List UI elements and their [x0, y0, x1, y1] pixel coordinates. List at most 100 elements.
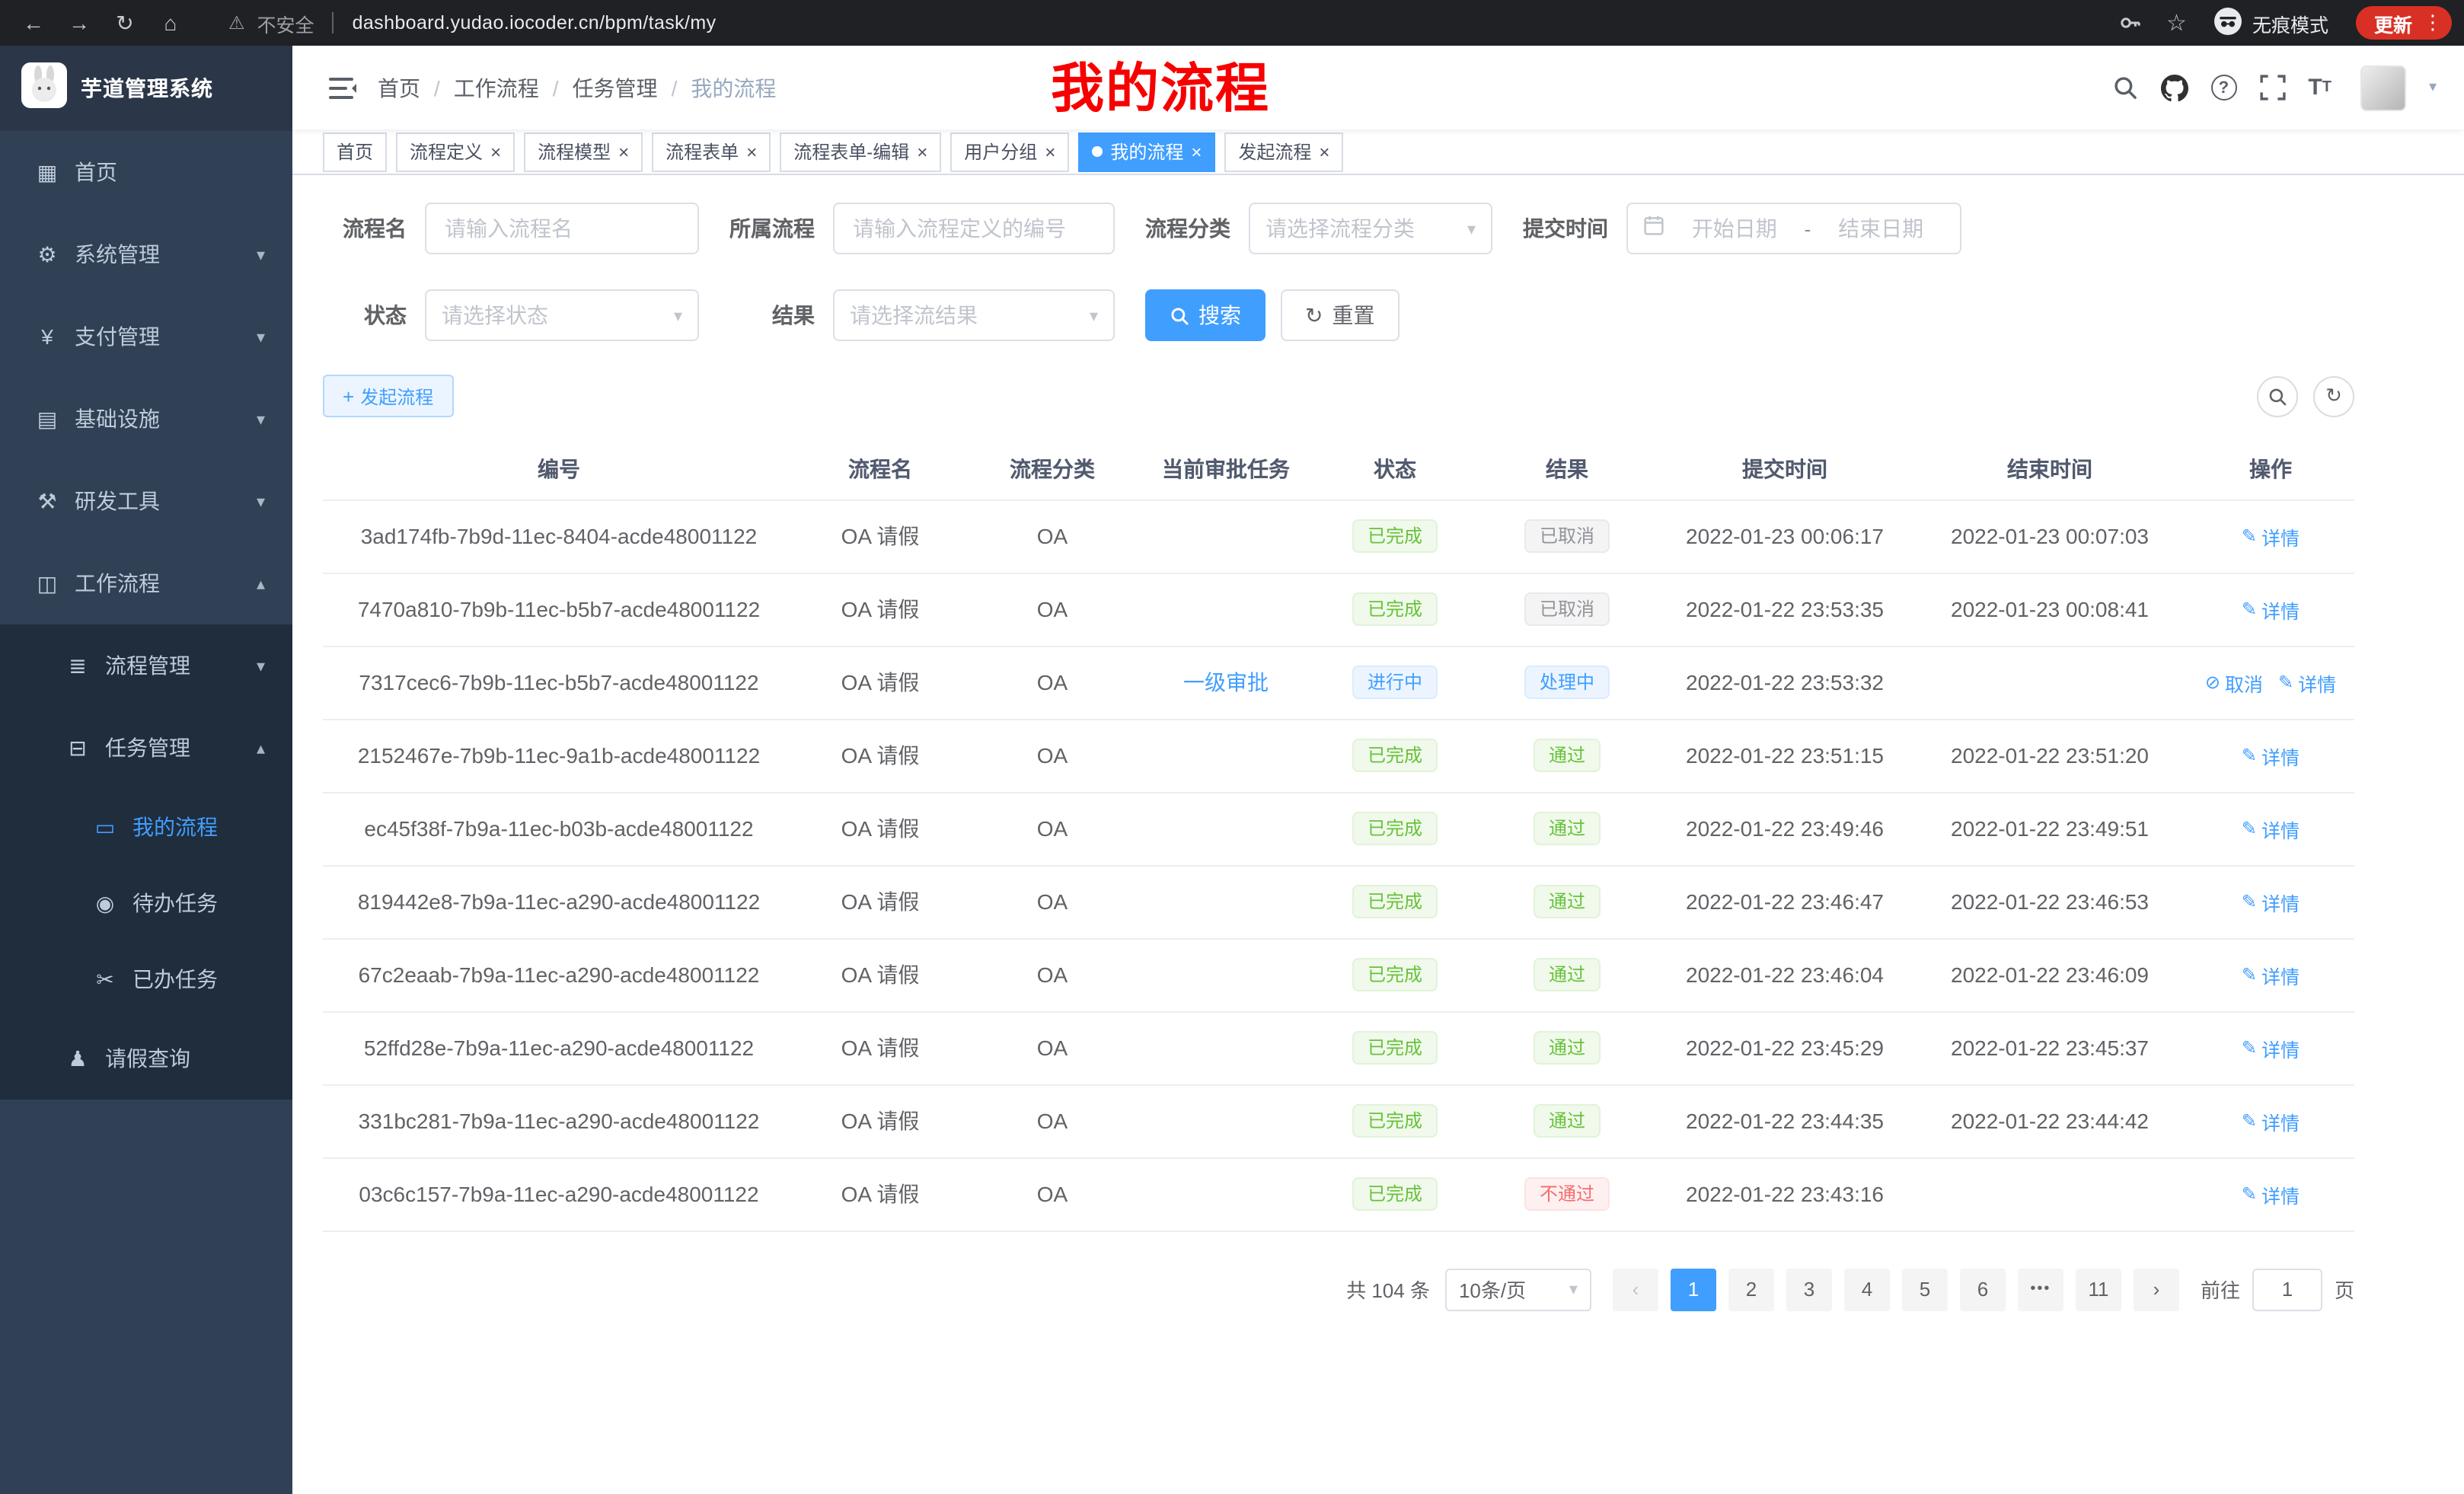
breadcrumb-separator: / — [672, 75, 678, 100]
reset-button[interactable]: ↻ 重置 — [1281, 289, 1399, 341]
key-icon[interactable] — [2108, 2, 2151, 44]
close-tab-icon[interactable]: × — [1045, 142, 1055, 161]
tab-process-form[interactable]: 流程表单× — [652, 132, 771, 171]
prev-page-button[interactable]: ‹ — [1613, 1268, 1658, 1310]
toggle-search-button[interactable] — [2257, 375, 2298, 417]
tab-my-process[interactable]: 我的流程× — [1078, 132, 1215, 171]
cell-result: 通过 — [1477, 1011, 1657, 1084]
detail-action-link[interactable]: ✎详情 — [2242, 595, 2300, 624]
page-button-6[interactable]: 6 — [1960, 1268, 2006, 1310]
sidebar-item-dev-tools[interactable]: ⚒研发工具▾ — [0, 460, 292, 542]
sidebar-item-task-management[interactable]: ⊟任务管理▴ — [0, 707, 292, 789]
sidebar-item-home[interactable]: ▦首页 — [0, 131, 292, 213]
cell-current-task — [1139, 938, 1313, 1011]
detail-action-link[interactable]: ✎详情 — [2242, 1180, 2300, 1208]
sidebar-item-infrastructure[interactable]: ▤基础设施▾ — [0, 378, 292, 460]
page-button-5[interactable]: 5 — [1902, 1268, 1948, 1310]
breadcrumb-item[interactable]: 工作流程 — [454, 72, 539, 103]
status-select[interactable]: 请选择状态 ▾ — [425, 289, 699, 341]
back-icon[interactable]: ← — [12, 2, 55, 44]
font-size-icon[interactable]: TT — [2308, 75, 2332, 101]
bookmark-star-icon[interactable]: ☆ — [2166, 9, 2187, 37]
chevron-down-icon[interactable]: ▾ — [2429, 79, 2437, 96]
breadcrumb-item[interactable]: 任务管理 — [573, 72, 658, 103]
github-icon[interactable] — [2160, 74, 2188, 101]
sidebar-item-payment-management[interactable]: ¥支付管理▾ — [0, 295, 292, 378]
tab-process-definition[interactable]: 流程定义× — [396, 132, 515, 171]
detail-action-link[interactable]: ✎详情 — [2242, 1033, 2300, 1062]
start-date-placeholder[interactable]: 开始日期 — [1671, 213, 1799, 244]
tab-user-group[interactable]: 用户分组× — [950, 132, 1069, 171]
address-bar[interactable]: ⚠ 不安全 dashboard.yudao.iocoder.cn/bpm/tas… — [228, 8, 2105, 37]
page-button-3[interactable]: 3 — [1786, 1268, 1832, 1310]
reload-icon[interactable]: ↻ — [104, 2, 146, 44]
forward-icon[interactable]: → — [58, 2, 101, 44]
page-button-4[interactable]: 4 — [1844, 1268, 1890, 1310]
detail-action-link[interactable]: ✎详情 — [2242, 814, 2300, 843]
sidebar-item-process-management[interactable]: ≣流程管理▾ — [0, 624, 292, 707]
sidebar-item-my-process[interactable]: ▭我的流程 — [0, 789, 292, 865]
sidebar-item-system-management[interactable]: ⚙系统管理▾ — [0, 213, 292, 295]
sidebar-item-done-tasks[interactable]: ✂已办任务 — [0, 941, 292, 1017]
end-date-placeholder[interactable]: 结束日期 — [1817, 213, 1945, 244]
tab-process-model[interactable]: 流程模型× — [524, 132, 643, 171]
process-definition-input[interactable] — [833, 203, 1115, 254]
breadcrumb-item[interactable]: 我的流程 — [691, 72, 776, 103]
detail-action-link[interactable]: ✎详情 — [2242, 1106, 2300, 1135]
action-label: 详情 — [2261, 595, 2300, 624]
cancel-action-link[interactable]: ⊘取消 — [2205, 668, 2263, 697]
search-button[interactable]: 搜索 — [1145, 289, 1266, 341]
cell-category: OA — [965, 719, 1139, 792]
close-tab-icon[interactable]: × — [490, 142, 501, 161]
close-tab-icon[interactable]: × — [746, 142, 757, 161]
detail-action-link[interactable]: ✎详情 — [2278, 668, 2336, 697]
tab-process-form-edit[interactable]: 流程表单-编辑× — [780, 132, 941, 171]
home-icon[interactable]: ⌂ — [149, 2, 192, 44]
filter-status: 状态 请选择状态 ▾ — [323, 289, 699, 341]
table-row: 819442e8-7b9a-11ec-a290-acde48001122OA 请… — [323, 865, 2354, 938]
update-browser-button[interactable]: 更新 ⋮ — [2356, 6, 2452, 40]
menu-kebab-icon[interactable]: ⋮ — [2423, 11, 2443, 35]
refresh-table-button[interactable]: ↻ — [2313, 375, 2354, 417]
close-tab-icon[interactable]: × — [618, 142, 629, 161]
close-tab-icon[interactable]: × — [1319, 142, 1329, 161]
breadcrumb-item[interactable]: 首页 — [378, 72, 420, 103]
url-text[interactable]: dashboard.yudao.iocoder.cn/bpm/task/my — [353, 12, 717, 34]
cell-process-name: OA 请假 — [795, 938, 965, 1011]
page-size-select[interactable]: 10条/页 ▾ — [1445, 1268, 1591, 1310]
app-logo[interactable]: 芋道管理系统 — [0, 46, 292, 131]
search-icon[interactable] — [2111, 75, 2137, 101]
detail-action-link[interactable]: ✎详情 — [2242, 960, 2300, 989]
tab-home[interactable]: 首页 — [323, 132, 387, 171]
avatar[interactable] — [2360, 65, 2406, 110]
sidebar-item-workflow[interactable]: ◫工作流程▴ — [0, 542, 292, 624]
detail-action-link[interactable]: ✎详情 — [2242, 741, 2300, 770]
next-page-button[interactable]: › — [2134, 1268, 2179, 1310]
result-tag: 通过 — [1534, 885, 1601, 918]
sidebar-item-todo-tasks[interactable]: ◉待办任务 — [0, 865, 292, 941]
tab-start-process[interactable]: 发起流程× — [1224, 132, 1343, 171]
goto-page-input[interactable] — [2252, 1268, 2322, 1310]
cell-process-name: OA 请假 — [795, 719, 965, 792]
process-name-input[interactable] — [425, 203, 699, 254]
page-button-11[interactable]: 11 — [2076, 1268, 2121, 1310]
submit-time-range-picker[interactable]: 开始日期 - 结束日期 — [1626, 203, 1961, 254]
current-task-link[interactable]: 一级审批 — [1183, 670, 1269, 694]
detail-action-link[interactable]: ✎详情 — [2242, 887, 2300, 916]
table-row: ec45f38f-7b9a-11ec-b03b-acde48001122OA 请… — [323, 792, 2354, 865]
select-placeholder: 请选择状态 — [442, 300, 548, 330]
security-warning-icon[interactable]: ⚠ — [228, 12, 245, 34]
sidebar-toggle-icon[interactable] — [329, 77, 356, 98]
help-icon[interactable]: ? — [2210, 75, 2236, 101]
more-pages-button[interactable]: ••• — [2018, 1268, 2063, 1310]
sidebar-item-leave-query[interactable]: ♟请假查询 — [0, 1017, 292, 1100]
category-select[interactable]: 请选择流程分类 ▾ — [1249, 203, 1492, 254]
page-button-1[interactable]: 1 — [1671, 1268, 1716, 1310]
detail-action-link[interactable]: ✎详情 — [2242, 522, 2300, 551]
page-button-2[interactable]: 2 — [1728, 1268, 1774, 1310]
result-select[interactable]: 请选择流结果 ▾ — [833, 289, 1115, 341]
close-tab-icon[interactable]: × — [1191, 142, 1202, 161]
close-tab-icon[interactable]: × — [917, 142, 927, 161]
create-process-button[interactable]: + 发起流程 — [323, 375, 453, 417]
fullscreen-icon[interactable] — [2259, 75, 2285, 101]
